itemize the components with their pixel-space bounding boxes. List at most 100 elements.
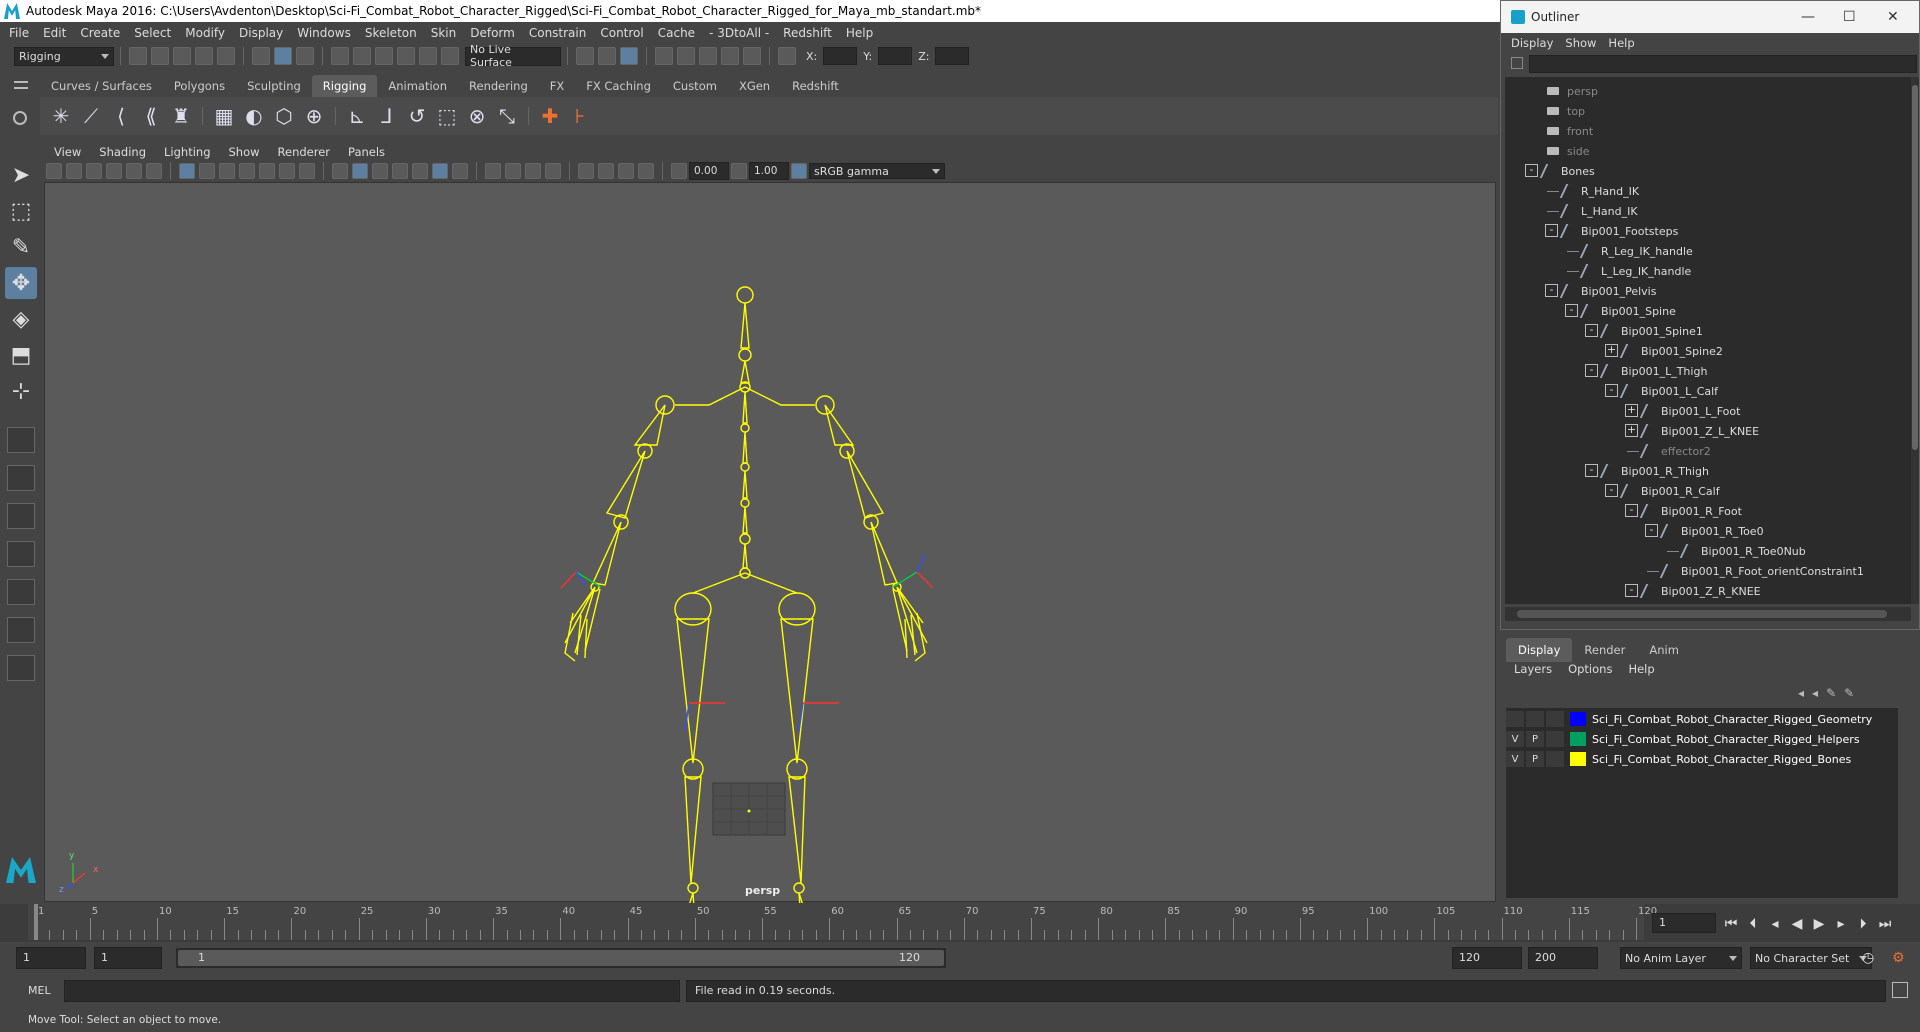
shelf-menu-icon[interactable] xyxy=(14,81,28,89)
render-view-icon[interactable] xyxy=(655,47,673,65)
collapse-icon[interactable]: - xyxy=(1545,284,1558,297)
play-backwards-icon[interactable]: ◀ xyxy=(1786,916,1808,932)
range-slider-track[interactable]: 1 120 xyxy=(176,948,946,968)
collapse-icon[interactable]: - xyxy=(1545,224,1558,237)
viewport-menu-show[interactable]: Show xyxy=(219,145,268,159)
scrollbar-thumb[interactable] xyxy=(1517,610,1887,618)
create-layer-from-selected-icon[interactable]: ✎ xyxy=(1844,686,1854,700)
outliner-item-persp[interactable]: persp xyxy=(1547,81,1598,101)
safe-action-icon[interactable] xyxy=(279,163,295,179)
tab-polygons[interactable]: Polygons xyxy=(162,75,237,97)
expand-icon[interactable]: + xyxy=(1625,404,1638,417)
menu-select[interactable]: Select xyxy=(129,26,180,40)
render-frame-icon[interactable] xyxy=(677,47,695,65)
snap-point-icon[interactable] xyxy=(375,47,393,65)
wireframe-icon[interactable] xyxy=(332,163,348,179)
snap-grid-icon[interactable] xyxy=(331,47,349,65)
move-tool-icon[interactable]: ✥ xyxy=(5,267,37,299)
outliner-menu-help[interactable]: Help xyxy=(1606,36,1644,50)
bookmark-icon[interactable] xyxy=(86,163,102,179)
layer-menu-options[interactable]: Options xyxy=(1568,662,1628,676)
menu-file[interactable]: File xyxy=(4,26,38,40)
menu-help[interactable]: Help xyxy=(841,26,882,40)
outliner-menu-display[interactable]: Display xyxy=(1509,36,1563,50)
go-to-start-icon[interactable]: ⏮ xyxy=(1720,916,1742,932)
layer-row[interactable]: V P Sci_Fi_Combat_Robot_Character_Rigged… xyxy=(1506,750,1898,768)
auto-key-icon[interactable]: ◷ xyxy=(1862,950,1874,966)
layer-color-swatch[interactable] xyxy=(1570,752,1586,766)
expand-icon[interactable]: + xyxy=(1605,344,1618,357)
locator-icon[interactable]: ✚ xyxy=(537,103,563,129)
transform-mode-icon[interactable] xyxy=(778,47,796,65)
animation-end-field[interactable]: 200 xyxy=(1528,947,1598,969)
rotate-tool-icon[interactable]: ◈ xyxy=(5,303,37,335)
new-scene-icon[interactable] xyxy=(129,47,147,65)
outliner-item-top[interactable]: top xyxy=(1547,101,1585,121)
last-tool-icon[interactable]: ⊹ xyxy=(5,375,37,407)
lights-icon[interactable] xyxy=(452,163,468,179)
lattice-icon[interactable]: ⬡ xyxy=(271,103,297,129)
viewport-menu-shading[interactable]: Shading xyxy=(89,145,154,159)
menu-control[interactable]: Control xyxy=(595,26,652,40)
tab-fx[interactable]: FX xyxy=(538,75,576,97)
scale-tool-icon[interactable]: ⬒ xyxy=(5,339,37,371)
layer-menu-help[interactable]: Help xyxy=(1628,662,1670,676)
gamma-icon[interactable] xyxy=(731,163,747,179)
camera-attributes-icon[interactable] xyxy=(66,163,82,179)
quick-rig-icon[interactable]: ♜ xyxy=(168,103,194,129)
custom-layout-icon[interactable] xyxy=(7,655,35,681)
menu-constrain[interactable]: Constrain xyxy=(524,26,596,40)
current-frame-field[interactable]: 1 xyxy=(1652,913,1716,933)
pole-vector-icon[interactable]: ⊦ xyxy=(567,103,593,129)
select-component-icon[interactable] xyxy=(296,47,314,65)
aim-constraint-icon[interactable]: ⤡ xyxy=(494,103,520,129)
smooth-shade-icon[interactable] xyxy=(352,163,368,179)
tab-sculpting[interactable]: Sculpting xyxy=(236,75,312,97)
collapse-icon[interactable]: - xyxy=(1585,364,1598,377)
xray-icon[interactable] xyxy=(598,163,614,179)
outliner-item-l-hand-ik[interactable]: L_Hand_IK xyxy=(1559,201,1638,221)
input-ops-icon[interactable] xyxy=(576,47,594,65)
menu-set-dropdown[interactable]: Rigging xyxy=(14,46,114,66)
outliner-item-bip001-r-toe0[interactable]: Bip001_R_Toe0 xyxy=(1659,521,1764,541)
live-surface-field[interactable]: No Live Surface xyxy=(465,43,561,69)
persp-outliner-layout-icon[interactable] xyxy=(7,503,35,529)
expand-icon[interactable]: + xyxy=(1625,424,1638,437)
collapse-icon[interactable]: - xyxy=(1565,304,1578,317)
outliner-item-bip001-r-foot[interactable]: Bip001_R_Foot xyxy=(1639,501,1742,521)
move-layer-down-icon[interactable]: ◂ xyxy=(1812,686,1818,700)
outliner-vertical-scrollbar[interactable] xyxy=(1911,77,1919,604)
outliner-item-bip001-r-thigh[interactable]: Bip001_R_Thigh xyxy=(1599,461,1709,481)
move-layer-up-icon[interactable]: ◂ xyxy=(1798,686,1804,700)
outliner-item-bip001-r-foot-orientconstraint1[interactable]: Bip001_R_Foot_orientConstraint1 xyxy=(1659,561,1864,581)
menu-create[interactable]: Create xyxy=(75,26,129,40)
layer-display-type[interactable] xyxy=(1546,731,1564,747)
x-field[interactable] xyxy=(823,47,858,65)
collapse-icon[interactable]: - xyxy=(1585,324,1598,337)
layer-row[interactable]: Sci_Fi_Combat_Robot_Character_Rigged_Geo… xyxy=(1506,710,1898,728)
undo-icon[interactable] xyxy=(195,47,213,65)
layer-playback-toggle[interactable] xyxy=(1526,711,1544,727)
outliner-search-input[interactable] xyxy=(1529,55,1917,73)
ik-spline-icon[interactable]: ⅃ xyxy=(374,103,400,129)
four-view-layout-icon[interactable] xyxy=(7,465,35,491)
tab-fx-caching[interactable]: FX Caching xyxy=(575,75,662,97)
snap-curve-icon[interactable] xyxy=(353,47,371,65)
wireframe-on-shaded-icon[interactable] xyxy=(392,163,408,179)
cluster-icon[interactable]: ⊕ xyxy=(301,103,327,129)
layer-color-swatch[interactable] xyxy=(1570,712,1586,726)
outliner-item-r-hand-ik[interactable]: R_Hand_IK xyxy=(1559,181,1639,201)
play-forwards-icon[interactable]: ▶ xyxy=(1808,916,1830,932)
save-scene-icon[interactable] xyxy=(173,47,191,65)
collapse-icon[interactable]: - xyxy=(1605,384,1618,397)
resolution-gate-icon[interactable] xyxy=(219,163,235,179)
tab-display-layers[interactable]: Display xyxy=(1506,638,1573,662)
create-empty-layer-icon[interactable]: ✎ xyxy=(1826,686,1836,700)
menu-edit[interactable]: Edit xyxy=(38,26,75,40)
film-gate-icon[interactable] xyxy=(199,163,215,179)
layer-display-type[interactable] xyxy=(1546,711,1564,727)
outliner-horizontal-scrollbar[interactable] xyxy=(1505,607,1911,621)
collapse-icon[interactable]: - xyxy=(1645,524,1658,537)
paint-weights-icon[interactable]: ◐ xyxy=(241,103,267,129)
outliner-item-bip001-spine1[interactable]: Bip001_Spine1 xyxy=(1599,321,1703,341)
